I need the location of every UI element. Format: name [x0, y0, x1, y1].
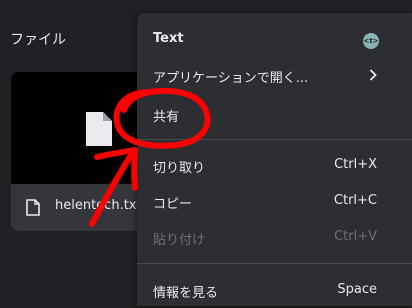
menu-header-text: Text <t>: [137, 21, 412, 57]
menu-item-shortcut: Ctrl+C: [333, 193, 377, 208]
menu-item-get-info[interactable]: 情報を見る Space: [137, 272, 412, 308]
menu-item-share[interactable]: 共有: [137, 96, 412, 132]
menu-item-label: 貼り付け: [153, 233, 206, 248]
menu-divider: [137, 139, 412, 140]
file-name: helentech.txt: [55, 198, 142, 213]
menu-item-cut[interactable]: 切り取り Ctrl+X: [137, 147, 412, 183]
menu-item-label: 情報を見る: [153, 286, 219, 301]
menu-item-paste: 貼り付け Ctrl+V: [137, 219, 412, 255]
menu-item-shortcut: Ctrl+X: [334, 157, 377, 172]
menu-item-copy[interactable]: コピー Ctrl+C: [137, 183, 412, 219]
menu-header-label: Text: [153, 31, 184, 46]
menu-item-label: 共有: [153, 110, 180, 125]
menu-item-shortcut: Space: [337, 282, 377, 297]
menu-divider: [137, 263, 412, 264]
menu-item-label: アプリケーションで開く...: [153, 71, 309, 86]
context-menu: Text <t> アプリケーションで開く... 共有 切り取り Ctrl+X コ…: [137, 13, 412, 306]
files-section-title: ファイル: [10, 32, 66, 48]
text-file-icon: [26, 199, 40, 216]
menu-item-label: 切り取り: [153, 161, 206, 176]
text-app-icon: <t>: [363, 33, 379, 49]
document-icon: [86, 112, 112, 146]
menu-item-label: コピー: [153, 197, 193, 212]
menu-item-shortcut: Ctrl+V: [334, 229, 377, 244]
chevron-right-icon: [369, 69, 377, 81]
menu-item-open-with[interactable]: アプリケーションで開く...: [137, 57, 412, 93]
